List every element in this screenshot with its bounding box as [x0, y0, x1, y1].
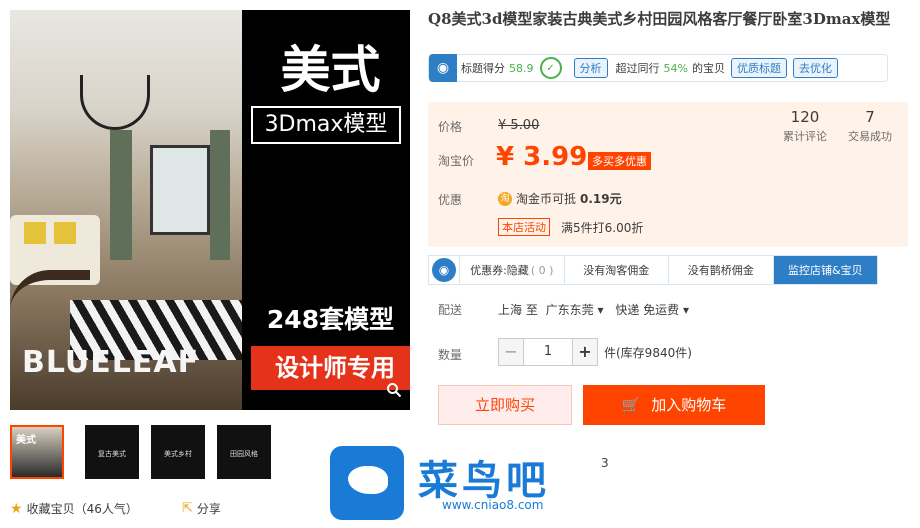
thumbnail-text: 美式乡村: [164, 450, 192, 458]
optimize-title-button[interactable]: 优质标题: [730, 58, 787, 78]
decrease-button[interactable]: −: [498, 338, 524, 366]
pillow-graphic: [24, 222, 46, 244]
watermark: 菜鸟吧 www.cniao8.com: [318, 440, 618, 522]
coin-offer: 淘 淘金币可抵 0.19元: [498, 190, 622, 207]
tab-coupon-label: 优惠券:隐藏: [470, 264, 529, 277]
tab-queqiao-label: 没有鹊桥佣金: [687, 264, 754, 277]
tab-taoke-label: 没有淘客佣金: [583, 264, 650, 277]
tab-monitor[interactable]: 监控店铺&宝贝: [772, 256, 877, 284]
pillow-graphic: [54, 222, 76, 244]
brand-logo: BLUELEAF: [22, 345, 200, 380]
plugin-tab-logo: ◉: [429, 256, 459, 284]
curtain-graphic: [110, 130, 132, 260]
stair-railing-graphic: [10, 270, 90, 410]
tab-queqiao[interactable]: 没有鹊桥佣金: [668, 256, 773, 284]
deals-stat: 7 交易成功: [848, 108, 892, 144]
thumbnail[interactable]: 美式: [10, 425, 64, 479]
current-price: ¥ 3.99: [496, 142, 588, 172]
shipping-to: 广东东莞: [545, 303, 594, 317]
multi-discount-badge: 多买多优惠: [588, 152, 651, 170]
score-badge-icon: ✓: [539, 57, 562, 79]
beat-suffix: 的宝贝: [691, 62, 725, 75]
reviews-stat[interactable]: 120 累计评论: [783, 108, 827, 144]
original-price: ¥ 5.00: [498, 118, 540, 133]
score-label: 标题得分: [461, 62, 505, 75]
shop-promo-tag: 本店活动: [498, 218, 550, 236]
thumbnail-text: 美式: [16, 435, 36, 446]
share-icon: ⇱: [182, 501, 193, 516]
share-button[interactable]: ⇱ 分享: [182, 500, 221, 517]
reviews-label: 累计评论: [783, 130, 827, 143]
partial-text: 3: [601, 456, 609, 470]
caret-down-icon: ▾: [597, 303, 604, 317]
chandelier-graphic: [80, 75, 150, 130]
share-label: 分享: [196, 502, 221, 516]
image-headline: 美式: [280, 41, 381, 99]
thumbnail[interactable]: 复古美式: [85, 425, 139, 479]
price-label: 价格: [438, 120, 463, 134]
thumbnail[interactable]: 田园风格: [217, 425, 271, 479]
score-value: 58.9: [509, 61, 534, 75]
go-optimize-button[interactable]: 去优化: [792, 58, 838, 78]
coin-text: 淘金币可抵: [516, 192, 577, 206]
main-product-image[interactable]: BLUELEAF 美式 3Dmax模型 248套模型 设计师专用: [10, 10, 410, 410]
bird-logo-icon: [330, 446, 404, 520]
add-to-cart-button[interactable]: 🛒 加入购物车: [583, 385, 765, 425]
deals-label: 交易成功: [848, 130, 892, 143]
star-icon: ★: [10, 500, 23, 517]
plugin-logo-icon: ◉: [432, 258, 456, 282]
curtain-graphic: [210, 130, 230, 260]
promo-label: 优惠: [438, 193, 463, 207]
title-score-bar: ◉ 标题得分 58.9 ✓ 分析 超过同行 54% 的宝贝 优质标题 去优化: [428, 54, 888, 82]
shipping-destination-select[interactable]: 广东东莞 ▾: [546, 303, 604, 317]
shipping-label: 配送: [438, 303, 463, 317]
beat-value: 54%: [663, 61, 688, 75]
thumbnail-text: 复古美式: [98, 450, 126, 458]
shipping-info: 上海 至 广东东莞 ▾ 快递 免运费 ▾: [498, 301, 689, 318]
coin-value: 0.19元: [580, 192, 622, 206]
watermark-url: www.cniao8.com: [442, 498, 544, 512]
price-panel: 价格 ¥ 5.00 淘宝价 ¥ 3.99 多买多优惠 120 累计评论 7 交易…: [428, 102, 908, 247]
search-icon[interactable]: [386, 382, 402, 402]
tab-monitor-label: 监控店铺&宝贝: [787, 264, 863, 277]
window-graphic: [150, 145, 210, 235]
plugin-tabs: ◉ 优惠券:隐藏( 0 ) 没有淘客佣金 没有鹊桥佣金 监控店铺&宝贝: [428, 255, 878, 285]
stock-text: 件(库存9840件): [604, 345, 692, 360]
bird-shape: [348, 466, 388, 494]
product-title: Q8美式3d模型家装古典美式乡村田园风格客厅餐厅卧室3Dmax模型: [428, 10, 891, 28]
shipping-from: 上海 至: [498, 303, 538, 317]
beat-prefix: 超过同行: [615, 62, 660, 75]
add-to-cart-label: 加入购物车: [651, 396, 727, 414]
image-box-text: 3Dmax模型: [251, 106, 401, 144]
tab-taoke[interactable]: 没有淘客佣金: [563, 256, 669, 284]
deals-count: 7: [865, 108, 875, 126]
caret-down-icon: ▾: [683, 303, 690, 317]
favorite-label: 收藏宝贝（46人气）: [26, 502, 138, 516]
plugin-logo-icon: ◉: [429, 54, 457, 82]
reviews-count: 120: [790, 108, 820, 126]
coin-icon: 淘: [498, 191, 512, 206]
taobao-price-label: 淘宝价: [438, 154, 475, 168]
thumbnail-text: 田园风格: [230, 450, 258, 458]
tab-coupon-count: ( 0 ): [530, 263, 554, 277]
quantity-stepper: − 1 + 件(库存9840件): [498, 338, 692, 366]
shop-promo-text: 满5件打6.00折: [561, 221, 644, 235]
image-count-text: 248套模型: [266, 305, 395, 334]
analyze-button[interactable]: 分析: [573, 58, 608, 78]
thumbnail[interactable]: 美式乡村: [151, 425, 205, 479]
quantity-label: 数量: [438, 348, 463, 362]
quantity-input[interactable]: 1: [524, 338, 572, 366]
cart-icon: 🛒: [621, 396, 641, 414]
favorite-button[interactable]: ★ 收藏宝贝（46人气）: [10, 500, 138, 517]
increase-button[interactable]: +: [572, 338, 598, 366]
tab-coupon[interactable]: 优惠券:隐藏( 0 ): [459, 256, 564, 284]
thumbnail-strip: 美式 复古美式 美式乡村 田园风格: [10, 425, 271, 479]
buy-now-button[interactable]: 立即购买: [438, 385, 572, 425]
shipping-method: 快递 免运费: [615, 303, 680, 317]
shipping-method-select[interactable]: 快递 免运费 ▾: [615, 303, 689, 317]
